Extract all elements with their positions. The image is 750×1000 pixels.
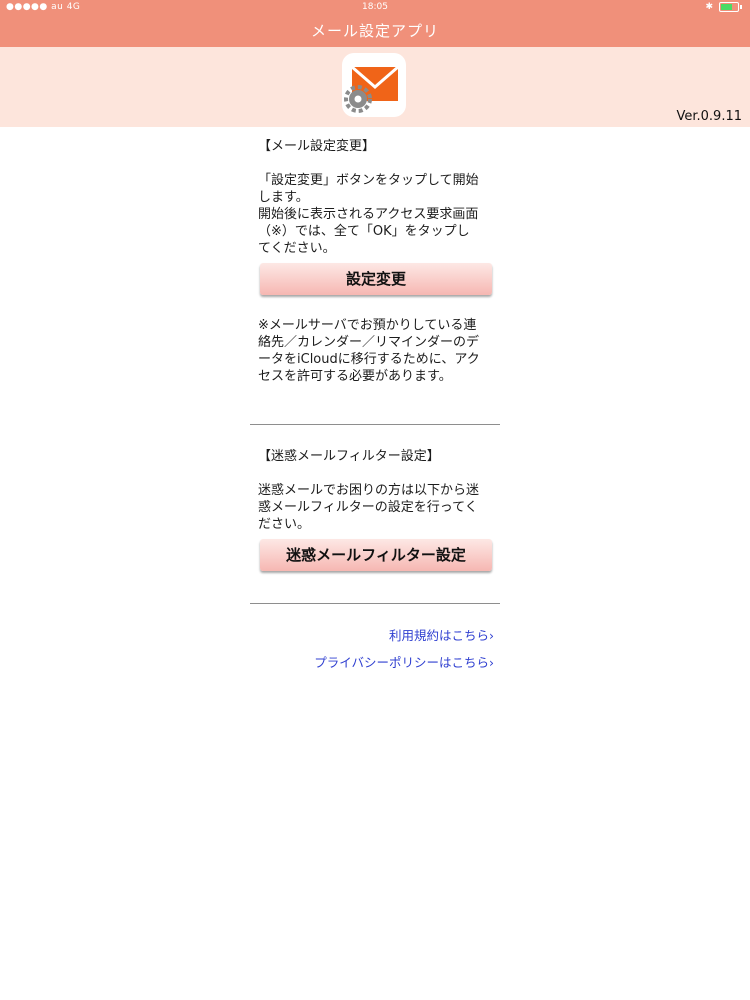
- divider: [250, 603, 500, 604]
- spam-filter-description: 迷惑メールでお困りの方は以下から迷 惑メールフィルターの設定を行ってく ださい。: [258, 483, 480, 532]
- mail-settings-heading: 【メール設定変更】: [258, 139, 376, 154]
- gear-icon: [344, 85, 372, 113]
- spam-section: 【迷惑メールフィルター設定】 迷惑メールでお困りの方は以下から迷 惑メールフィル…: [258, 448, 500, 571]
- privacy-policy-link[interactable]: プライバシーポリシーはこちら›: [314, 652, 494, 671]
- header-band: Ver.0.9.11: [0, 47, 750, 127]
- terms-link[interactable]: 利用規約はこちら›: [389, 625, 494, 644]
- app-logo: [342, 53, 406, 117]
- migration-note: ※メールサーバでお預かりしている連 絡先／カレンダー／リマインダーのデ ータをi…: [258, 318, 480, 384]
- bluetooth-icon: ✱: [705, 2, 713, 12]
- app-title: メール設定アプリ: [310, 22, 439, 40]
- version-label: Ver.0.9.11: [676, 109, 742, 124]
- status-time: 18:05: [362, 2, 388, 12]
- battery-tip: [740, 5, 742, 9]
- change-settings-button[interactable]: 設定変更: [260, 263, 492, 295]
- mail-settings-instructions: 「設定変更」ボタンをタップして開始 します。 開始後に表示されるアクセス要求画面…: [258, 173, 479, 256]
- status-right: ✱: [705, 2, 742, 12]
- spam-filter-heading: 【迷惑メールフィルター設定】: [258, 449, 440, 464]
- main-content: 【メール設定変更】 「設定変更」ボタンをタップして開始 します。 開始後に表示さ…: [258, 138, 500, 385]
- top-bar: ●●●●● au 4G 18:05 ✱ メール設定アプリ: [0, 0, 750, 47]
- divider: [250, 424, 500, 425]
- spam-filter-button[interactable]: 迷惑メールフィルター設定: [260, 539, 492, 571]
- battery-icon: [719, 2, 739, 12]
